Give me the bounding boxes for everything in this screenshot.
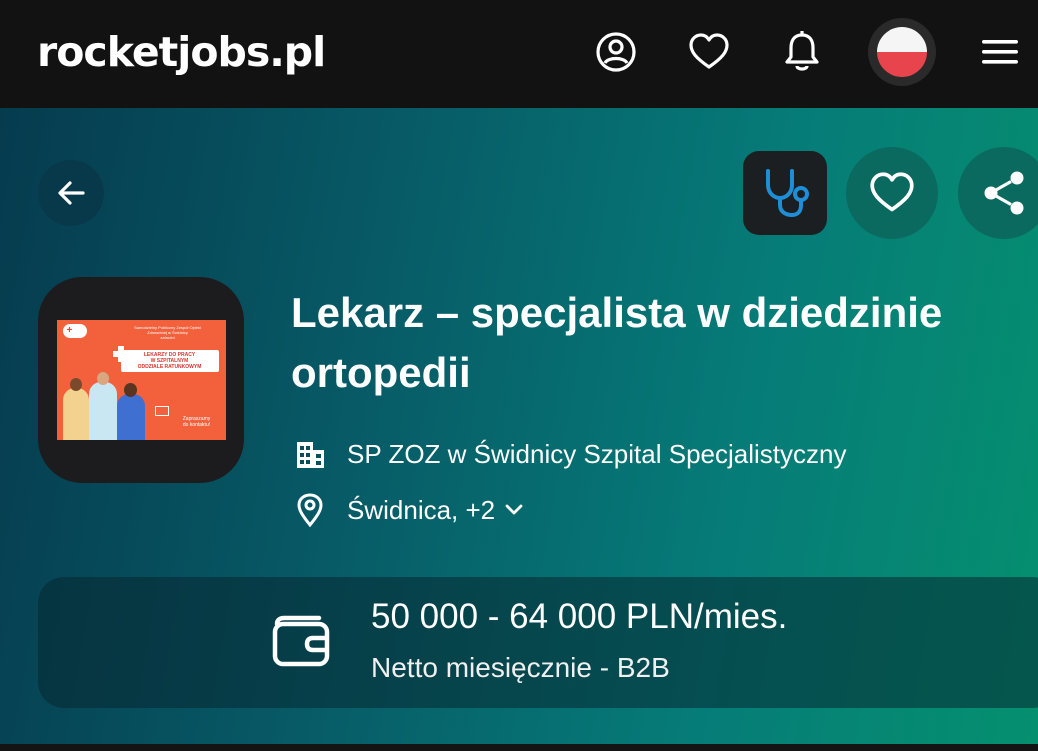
category-badge[interactable] [743, 151, 827, 235]
arrow-left-icon [58, 181, 85, 205]
wallet-icon [271, 612, 331, 675]
save-favorite-button[interactable] [846, 147, 938, 239]
site-logo[interactable]: rocketjobs.pl [37, 24, 326, 80]
user-account-icon[interactable] [594, 30, 638, 74]
banner-line-3: zatrudni [160, 335, 175, 340]
notifications-bell-icon[interactable] [780, 30, 824, 74]
hamburger-menu-icon[interactable] [978, 30, 1022, 74]
stethoscope-icon [766, 169, 809, 218]
salary-amount: 50 000 - 64 000 PLN/mies. [371, 597, 788, 636]
company-name[interactable]: SP ZOZ w Świdnicy Szpital Specjalistyczn… [347, 439, 846, 470]
back-button[interactable] [38, 160, 104, 226]
language-switcher-button[interactable] [868, 18, 936, 86]
company-row[interactable]: SP ZOZ w Świdnicy Szpital Specjalistyczn… [293, 437, 846, 471]
chevron-down-icon[interactable] [505, 504, 523, 516]
banner-headline-3: ODDZIALE RATUNKOWYM [137, 364, 202, 370]
location-text[interactable]: Świdnica, +2 [347, 495, 495, 526]
location-row[interactable]: Świdnica, +2 [293, 493, 523, 527]
poland-flag-icon [877, 27, 927, 77]
company-logo-card: + Samodzielny Publiczny Zespół Opieki Zd… [38, 277, 244, 483]
building-icon [293, 437, 327, 471]
hospital-logo-icon: + [62, 324, 87, 338]
top-navbar: rocketjobs.pl [0, 0, 1038, 108]
favorites-heart-icon[interactable] [687, 30, 731, 74]
map-pin-icon [293, 493, 327, 527]
share-icon [984, 171, 1024, 215]
salary-type: Netto miesięcznie - B2B [371, 652, 670, 683]
bottom-divider [0, 744, 1038, 751]
envelope-icon [154, 406, 169, 416]
company-logo-banner: + Samodzielny Publiczny Zespół Opieki Zd… [56, 320, 226, 440]
heart-icon [870, 172, 914, 212]
job-title: Lekarz – specjalista w dziedzinie ortope… [291, 289, 943, 396]
banner-cta-2: do kontaktu! [182, 422, 211, 428]
